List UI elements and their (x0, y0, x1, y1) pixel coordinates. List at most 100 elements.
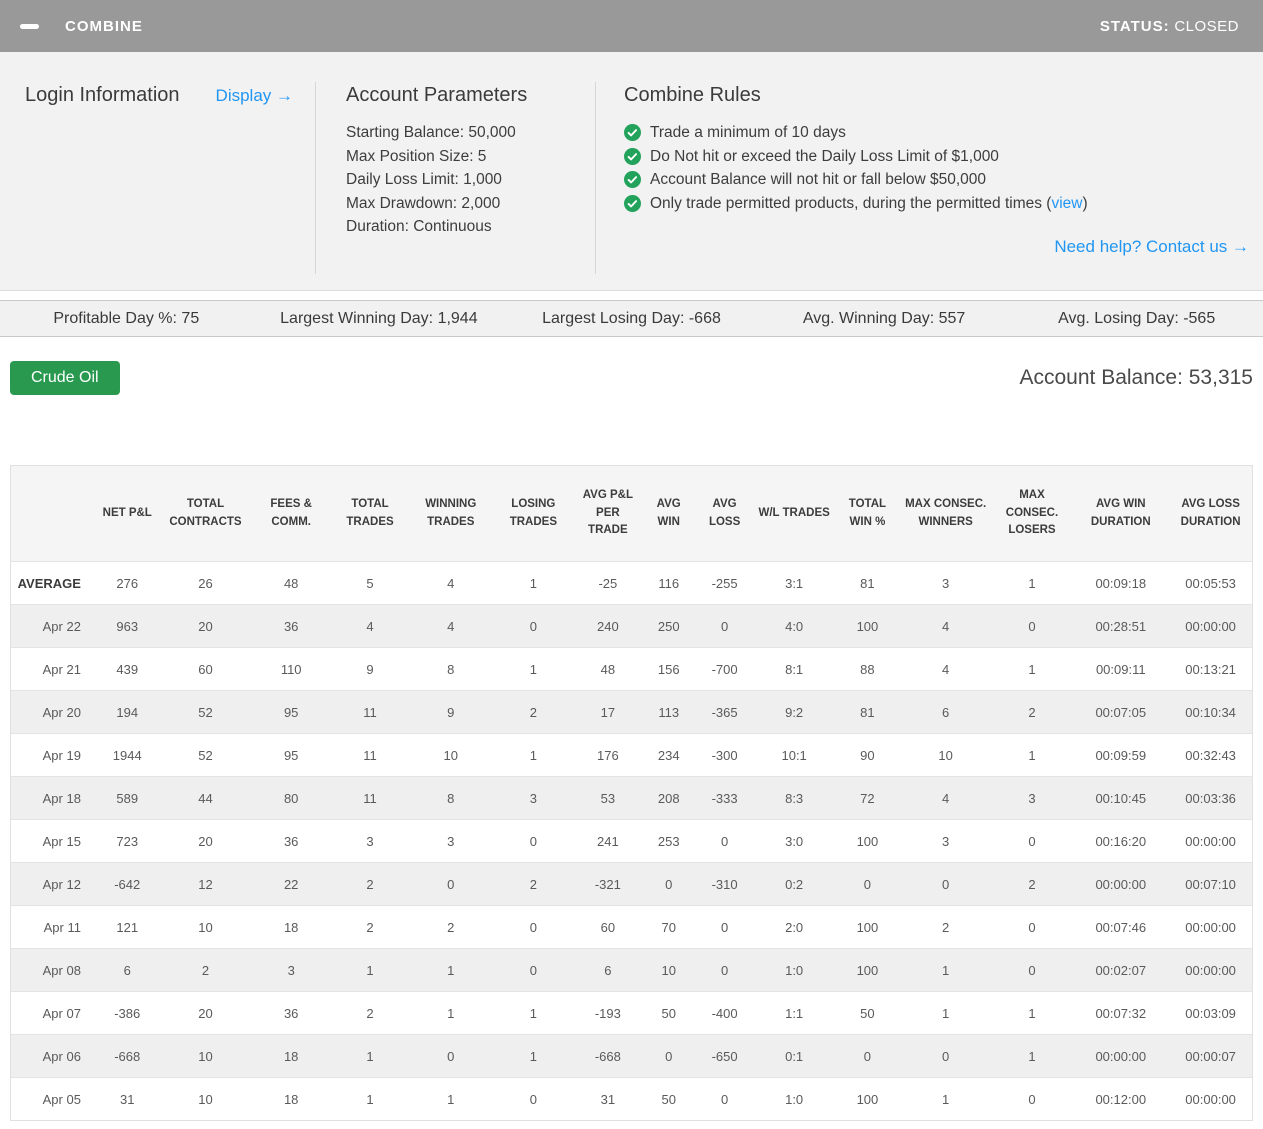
table-cell: 88 (835, 647, 900, 691)
table-cell: 100 (835, 1077, 900, 1121)
stat-largest-winning-day: Largest Winning Day: 1,944 (280, 309, 478, 327)
table-cell: 2 (330, 862, 410, 906)
table-cell: 0 (492, 1077, 575, 1121)
table-cell: 00:09:11 (1072, 647, 1170, 691)
table-cell: 0:1 (753, 1034, 836, 1078)
table-body: AVERAGE 276 26 48 5 4 1 -25 116 -255 3:1 81 3 1 00:09:… (10, 561, 1253, 1121)
table-cell: 234 (641, 733, 697, 777)
table-cell: 0 (835, 1034, 900, 1078)
table-cell: 963 (94, 604, 160, 648)
crude-oil-button[interactable]: Crude Oil (10, 361, 120, 395)
table-row: Apr 18 589 44 80 11 8 3 53 208 -333 8:3 72 4 3 00:10:4… (10, 776, 1253, 820)
table-cell: 208 (641, 776, 697, 820)
view-link[interactable]: view (1051, 195, 1082, 212)
column-header-total-contracts: TOTAL CONTRACTS (159, 465, 252, 562)
table-cell: 3 (251, 948, 331, 992)
table-cell: 250 (641, 604, 697, 648)
table-cell: -365 (696, 690, 754, 734)
contact-us-link[interactable]: Need help? Contact us → (1054, 237, 1249, 256)
table-cell: 6 (94, 948, 160, 992)
table-cell: 00:28:51 (1072, 604, 1170, 648)
rule-text: Trade a minimum of 10 days (650, 121, 846, 145)
column-header-net-pl: NET P&L (94, 465, 160, 562)
table-cell: -400 (696, 991, 754, 1035)
table-row: Apr 19 1944 52 95 11 10 1 176 234 -300 10:1 90 10 1 00… (10, 733, 1253, 777)
table-cell: 12 (159, 862, 252, 906)
table-cell: 1 (409, 991, 493, 1035)
table-cell: 121 (94, 905, 160, 949)
table-cell: 00:12:00 (1072, 1077, 1170, 1121)
table-cell: 26 (159, 561, 252, 605)
table-cell: 00:03:36 (1169, 776, 1253, 820)
table-cell: 48 (251, 561, 331, 605)
table-cell: 2 (899, 905, 992, 949)
account-balance: Account Balance: 53,315 (1019, 366, 1253, 389)
table-cell: 52 (159, 690, 252, 734)
table-cell: 2 (991, 690, 1073, 734)
performance-table: NET P&L TOTAL CONTRACTS FEES & COMM. TOT… (10, 465, 1253, 1121)
table-cell: 0:2 (753, 862, 836, 906)
table-cell: 0 (991, 604, 1073, 648)
table-cell: 1 (991, 733, 1073, 777)
table-cell: 36 (251, 604, 331, 648)
table-cell: 72 (835, 776, 900, 820)
table-cell: 1 (899, 1077, 992, 1121)
rule-text: Do Not hit or exceed the Daily Loss Limi… (650, 145, 999, 169)
table-cell: 9 (409, 690, 493, 734)
table-cell: -25 (574, 561, 642, 605)
stats-bar: Profitable Day %: 75 Largest Winning Day… (0, 300, 1263, 337)
row-label: Apr 22 (10, 604, 95, 648)
column-header-losing-trades: LOSING TRADES (492, 465, 575, 562)
param-max-drawdown: Max Drawdown: 2,000 (346, 194, 501, 212)
table-cell: 0 (991, 905, 1073, 949)
display-link[interactable]: Display → (216, 86, 293, 106)
table-cell: 10 (899, 733, 992, 777)
param-max-position-size: Max Position Size: 5 (346, 147, 487, 165)
collapse-minus-icon[interactable] (20, 23, 39, 29)
row-label: Apr 07 (10, 991, 95, 1035)
table-cell: 00:07:46 (1072, 905, 1170, 949)
combine-rules-section: Combine Rules Trade a minimum of 10 days… (595, 82, 1263, 274)
status-label: STATUS: (1099, 17, 1170, 35)
table-cell: 240 (574, 604, 642, 648)
table-cell: 00:00:00 (1169, 819, 1253, 863)
table-cell: 00:09:18 (1072, 561, 1170, 605)
table-cell: 20 (159, 991, 252, 1035)
table-cell: 276 (94, 561, 160, 605)
table-cell: -255 (696, 561, 754, 605)
table-cell: 44 (159, 776, 252, 820)
table-cell: 00:07:32 (1072, 991, 1170, 1035)
column-header-fees-comm: FEES & COMM. (251, 465, 331, 562)
table-cell: 95 (251, 690, 331, 734)
table-cell: 36 (251, 991, 331, 1035)
table-row: Apr 06 -668 10 18 1 0 1 -668 0 -650 0:1 0 0 1 00:00:00… (10, 1034, 1253, 1078)
table-cell: 22 (251, 862, 331, 906)
table-cell: 00:16:20 (1072, 819, 1170, 863)
row-label: Apr 15 (10, 819, 95, 863)
column-header-total-win-pct: TOTAL WIN % (835, 465, 900, 562)
table-cell: 1 (492, 1034, 575, 1078)
column-header-avg-win: AVG WIN (641, 465, 697, 562)
table-cell: 4 (899, 647, 992, 691)
row-label: Apr 08 (10, 948, 95, 992)
table-cell: 1 (899, 948, 992, 992)
table-cell: 1 (409, 948, 493, 992)
table-cell: 0 (696, 905, 754, 949)
table-cell: 1:0 (753, 1077, 836, 1121)
table-cell: 2 (159, 948, 252, 992)
table-cell: 11 (330, 776, 410, 820)
table-cell: 95 (251, 733, 331, 777)
table-cell: 6 (899, 690, 992, 734)
status-value: CLOSED (1174, 17, 1239, 35)
table-row: AVERAGE 276 26 48 5 4 1 -25 116 -255 3:1 81 3 1 00:09:… (10, 561, 1253, 605)
table-cell: 116 (641, 561, 697, 605)
table-cell: 1 (492, 647, 575, 691)
rule-text-pre: Account Balance will not hit or fall bel… (650, 171, 987, 189)
table-cell: -386 (94, 991, 160, 1035)
row-label: Apr 18 (10, 776, 95, 820)
column-header-blank (10, 465, 95, 562)
table-cell: 0 (641, 1034, 697, 1078)
table-cell: 00:07:05 (1072, 690, 1170, 734)
table-cell: 0 (641, 862, 697, 906)
param-duration: Duration: Continuous (346, 218, 492, 235)
